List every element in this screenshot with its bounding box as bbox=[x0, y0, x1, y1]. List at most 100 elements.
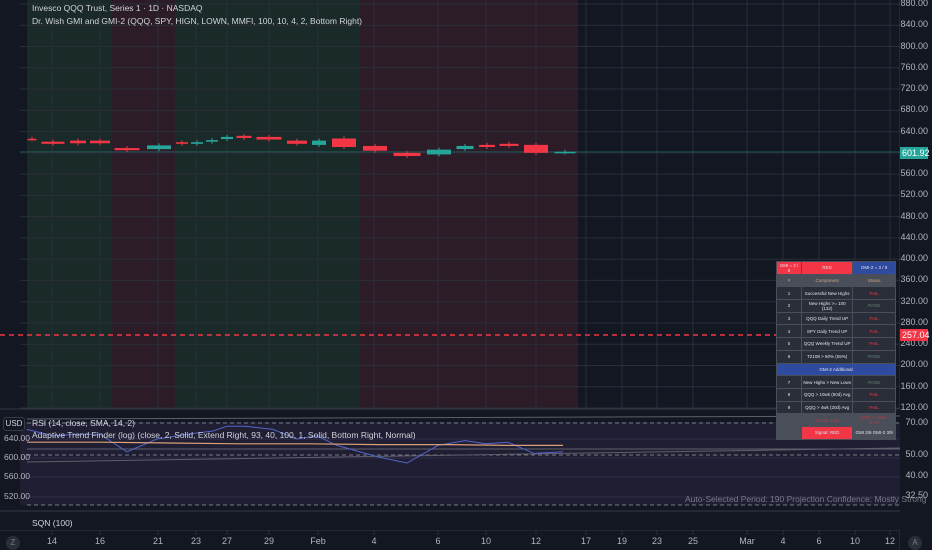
candle bbox=[191, 142, 203, 144]
candle bbox=[332, 138, 356, 148]
time-label: 25 bbox=[687, 536, 699, 546]
status-badge: PASS bbox=[852, 375, 896, 389]
col-status: Status bbox=[852, 273, 896, 288]
table-row: 1 Successful New Highs FAIL bbox=[775, 286, 896, 301]
candle bbox=[393, 152, 421, 157]
price-label: 440.00 bbox=[900, 231, 928, 242]
timezone-button[interactable]: Z bbox=[6, 536, 20, 550]
rsi-label: 70.00 bbox=[905, 417, 928, 427]
candle bbox=[206, 140, 218, 142]
time-label: 23 bbox=[651, 536, 663, 546]
row-number: 5 bbox=[775, 337, 803, 351]
candle bbox=[427, 149, 451, 155]
price-label: 400.00 bbox=[900, 253, 928, 264]
signal-cell: Signal: RED bbox=[801, 425, 854, 440]
time-label: 19 bbox=[616, 536, 628, 546]
auto-scale-button[interactable]: A bbox=[908, 536, 922, 550]
time-label: 10 bbox=[480, 536, 492, 546]
component-name: QQQ > 10wk (50d) Avg bbox=[801, 387, 854, 402]
candle bbox=[70, 140, 86, 144]
time-label: 21 bbox=[152, 536, 164, 546]
red-zone bbox=[360, 0, 578, 408]
time-label: 4 bbox=[371, 536, 377, 546]
status-badge: FAIL bbox=[852, 400, 896, 415]
table-row: 6 T2108 > 50% (55%) PASS bbox=[775, 349, 896, 364]
summary-cell: GMI 2/6 GMI-2 3/9 bbox=[852, 425, 896, 440]
price-label: 120.00 bbox=[900, 402, 928, 413]
candle bbox=[41, 141, 65, 144]
price-label: 520.00 bbox=[900, 189, 928, 200]
table-row: 8 QQQ > 10wk (50d) Avg FAIL bbox=[775, 387, 896, 402]
time-label: 17 bbox=[580, 536, 592, 546]
table-row: 5 QQQ Weekly Trend UP FAIL bbox=[775, 337, 896, 351]
component-name: SPY Daily Trend UP bbox=[801, 324, 854, 339]
row-number: 6 bbox=[775, 349, 803, 364]
component-name: T2108 > 50% (55%) bbox=[801, 349, 854, 364]
sqn-title[interactable]: SQN (100) bbox=[32, 518, 73, 528]
price-label: 880.00 bbox=[900, 0, 928, 8]
component-name: New Highs >= 100 (132) bbox=[801, 299, 854, 313]
status-badge: FAIL bbox=[852, 387, 896, 402]
status-badge: FAIL bbox=[852, 286, 896, 301]
candle bbox=[287, 140, 307, 144]
price-label: 800.00 bbox=[900, 40, 928, 51]
lower-left-label: 560.00 bbox=[4, 471, 30, 481]
gmi-signal: RED bbox=[801, 261, 854, 275]
component-name: New Highs > New Lows bbox=[801, 375, 854, 389]
gmi-score: GMI = 2 / 6 bbox=[775, 261, 803, 275]
rsi-label: 50.00 bbox=[905, 449, 928, 459]
atf-note: Auto-Selected Period: 190 Projection Con… bbox=[685, 494, 927, 504]
lower-left-label: 640.00 bbox=[4, 433, 30, 443]
t2108-value: T2108: 15% bbox=[801, 413, 854, 427]
last-price-tag: 601.92 bbox=[900, 147, 930, 159]
row-number: 3 bbox=[775, 311, 803, 326]
price-label: 560.00 bbox=[900, 168, 928, 179]
candle bbox=[363, 145, 387, 151]
status-badge: PASS bbox=[852, 299, 896, 313]
time-label: 10 bbox=[849, 536, 861, 546]
time-label: 6 bbox=[816, 536, 822, 546]
qqq-ma-value: QQQ < 10wk: -3.7% bbox=[852, 413, 896, 427]
indicator-title[interactable]: Dr. Wish GMI and GMI-2 (QQQ, SPY, HIGN, … bbox=[32, 16, 362, 26]
gmi2-score: GMI-2 = 3 / 9 bbox=[852, 261, 896, 275]
price-label: 480.00 bbox=[900, 210, 928, 221]
col-component: Component bbox=[801, 273, 854, 288]
time-label: 14 bbox=[46, 536, 58, 546]
candle bbox=[456, 145, 474, 150]
component-name: QQQ Weekly Trend UP bbox=[801, 337, 854, 351]
time-label: 6 bbox=[435, 536, 441, 546]
gmi-table: GMI = 2 / 6 RED GMI-2 = 3 / 9 # Component St… bbox=[775, 261, 896, 440]
currency-button[interactable]: USD bbox=[3, 417, 25, 431]
status-badge: PASS bbox=[852, 349, 896, 364]
table-row: 2 New Highs >= 100 (132) PASS bbox=[775, 299, 896, 313]
status-badge: FAIL bbox=[852, 311, 896, 326]
candle bbox=[554, 151, 576, 154]
price-chart[interactable] bbox=[0, 0, 900, 550]
candle bbox=[90, 140, 110, 144]
table-row: 7 New Highs > New Lows PASS bbox=[775, 375, 896, 389]
green-zone bbox=[27, 0, 112, 408]
candle bbox=[499, 143, 519, 146]
row-number: 2 bbox=[775, 299, 803, 313]
red-zone bbox=[112, 0, 175, 408]
table-row: 4 SPY Daily Trend UP FAIL bbox=[775, 324, 896, 339]
time-label: Feb bbox=[310, 536, 326, 546]
price-label: 680.00 bbox=[900, 104, 928, 115]
candle bbox=[256, 136, 282, 140]
price-label: 360.00 bbox=[900, 274, 928, 285]
candle bbox=[176, 142, 188, 144]
time-label: 12 bbox=[530, 536, 542, 546]
row-number: 1 bbox=[775, 286, 803, 301]
component-name: Successful New Highs bbox=[801, 286, 854, 301]
atf-title[interactable]: Adaptive Trend Finder (log) (close, 2, S… bbox=[32, 430, 416, 440]
price-label: 640.00 bbox=[900, 125, 928, 136]
status-badge: FAIL bbox=[852, 324, 896, 339]
rsi-title[interactable]: RSI (14, close, SMA, 14, 2) bbox=[32, 418, 135, 428]
time-label: 23 bbox=[190, 536, 202, 546]
component-name: QQQ Daily Trend UP bbox=[801, 311, 854, 326]
row-number: 4 bbox=[775, 324, 803, 339]
price-label: 720.00 bbox=[900, 83, 928, 94]
time-label: Mar bbox=[739, 536, 755, 546]
price-label: 280.00 bbox=[900, 316, 928, 327]
price-label: 320.00 bbox=[900, 295, 928, 306]
